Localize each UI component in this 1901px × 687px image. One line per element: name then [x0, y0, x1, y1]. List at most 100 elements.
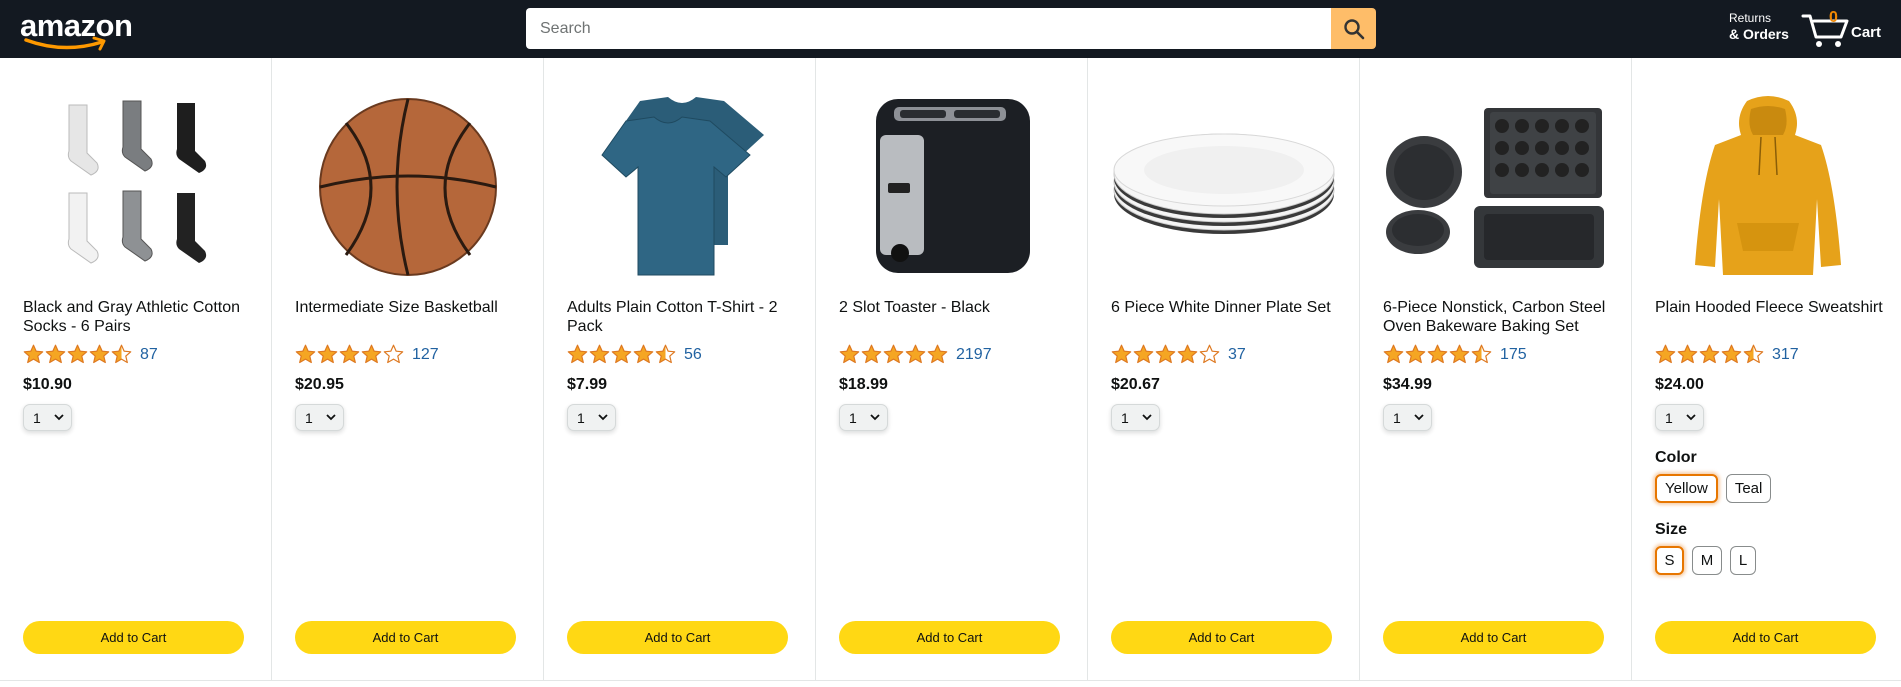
star-full-icon	[861, 344, 882, 364]
review-count[interactable]: 317	[1772, 345, 1799, 365]
quantity-select[interactable]: 1	[1655, 404, 1704, 431]
chevron-down-icon	[1142, 414, 1152, 421]
star-full-icon	[567, 344, 588, 364]
top-header: amazon Returns & Orders 0 Cart	[0, 0, 1901, 58]
product-price: $10.90	[23, 376, 72, 393]
add-to-cart-button[interactable]: Add to Cart	[295, 621, 516, 654]
product-card: 6-Piece Nonstick, Carbon Steel Oven Bake…	[1360, 58, 1632, 681]
star-rating	[1111, 344, 1220, 365]
quantity-value: 1	[33, 409, 41, 426]
product-title[interactable]: Intermediate Size Basketball	[295, 298, 525, 317]
star-full-icon	[1427, 344, 1448, 364]
size-chip-l[interactable]: L	[1730, 546, 1756, 575]
star-full-icon	[883, 344, 904, 364]
product-title[interactable]: 2 Slot Toaster - Black	[839, 298, 1069, 317]
star-rating	[567, 344, 676, 365]
product-image-hoodie[interactable]	[1656, 94, 1880, 280]
product-image-toaster[interactable]	[840, 94, 1064, 280]
review-count[interactable]: 127	[412, 345, 439, 365]
quantity-select[interactable]: 1	[23, 404, 72, 431]
star-full-icon	[589, 344, 610, 364]
search-button[interactable]	[1331, 8, 1376, 49]
product-rating: 2197	[839, 344, 992, 365]
product-image-socks[interactable]	[24, 94, 248, 280]
product-title[interactable]: 6 Piece White Dinner Plate Set	[1111, 298, 1341, 317]
quantity-select[interactable]: 1	[1111, 404, 1160, 431]
socks-image	[67, 100, 207, 264]
hoodie-image	[1695, 96, 1841, 275]
review-count[interactable]: 2197	[956, 345, 992, 365]
quantity-value: 1	[849, 409, 857, 426]
color-option-label: Color	[1655, 449, 1697, 466]
chevron-down-icon	[1414, 414, 1424, 421]
product-title[interactable]: 6-Piece Nonstick, Carbon Steel Oven Bake…	[1383, 298, 1613, 336]
product-image-bakeware[interactable]	[1384, 94, 1608, 280]
product-rating: 175	[1383, 344, 1527, 365]
star-full-icon	[67, 344, 88, 364]
basketball-image	[319, 98, 497, 276]
toaster-image	[876, 99, 1030, 273]
add-to-cart-button[interactable]: Add to Cart	[1383, 621, 1604, 654]
star-half-icon	[111, 344, 132, 364]
product-image-plates[interactable]	[1112, 94, 1336, 280]
add-to-cart-button[interactable]: Add to Cart	[839, 621, 1060, 654]
quantity-select[interactable]: 1	[839, 404, 888, 431]
quantity-value: 1	[1665, 409, 1673, 426]
cart-link[interactable]: 0 Cart	[1801, 6, 1887, 52]
search-icon	[1343, 18, 1364, 39]
star-full-icon	[1677, 344, 1698, 364]
color-chip-yellow[interactable]: Yellow	[1655, 474, 1718, 503]
star-rating	[1383, 344, 1492, 365]
size-chip-m[interactable]: M	[1692, 546, 1722, 575]
star-full-icon	[339, 344, 360, 364]
search-bar	[526, 8, 1376, 49]
product-title[interactable]: Plain Hooded Fleece Sweatshirt	[1655, 298, 1885, 317]
size-options: S M L	[1655, 546, 1756, 575]
product-image-basketball[interactable]	[296, 94, 520, 280]
search-input[interactable]	[526, 8, 1331, 49]
add-to-cart-button[interactable]: Add to Cart	[23, 621, 244, 654]
returns-orders-link[interactable]: Returns & Orders	[1729, 11, 1789, 43]
product-card: Intermediate Size Basketball 127 $20.95 …	[272, 58, 544, 681]
star-rating	[839, 344, 948, 365]
add-to-cart-button[interactable]: Add to Cart	[567, 621, 788, 654]
product-title[interactable]: Adults Plain Cotton T-Shirt - 2 Pack	[567, 298, 797, 336]
quantity-select[interactable]: 1	[295, 404, 344, 431]
product-card: Black and Gray Athletic Cotton Socks - 6…	[0, 58, 272, 681]
star-rating	[23, 344, 132, 365]
add-to-cart-button[interactable]: Add to Cart	[1111, 621, 1332, 654]
review-count[interactable]: 37	[1228, 345, 1246, 365]
chevron-down-icon	[54, 414, 64, 421]
product-image-tshirt[interactable]	[568, 94, 792, 280]
star-full-icon	[45, 344, 66, 364]
star-half-icon	[1743, 344, 1764, 364]
amazon-logo[interactable]: amazon	[20, 8, 133, 51]
quantity-value: 1	[1393, 409, 1401, 426]
star-full-icon	[905, 344, 926, 364]
star-full-icon	[927, 344, 948, 364]
returns-label: Returns	[1729, 11, 1772, 25]
review-count[interactable]: 175	[1500, 345, 1527, 365]
star-rating	[295, 344, 404, 365]
size-option-label: Size	[1655, 521, 1688, 538]
quantity-select[interactable]: 1	[1383, 404, 1432, 431]
product-price: $20.67	[1111, 376, 1160, 393]
size-chip-s[interactable]: S	[1655, 546, 1684, 575]
star-full-icon	[317, 344, 338, 364]
product-price: $20.95	[295, 376, 344, 393]
product-title[interactable]: Black and Gray Athletic Cotton Socks - 6…	[23, 298, 253, 336]
product-rating: 317	[1655, 344, 1799, 365]
quantity-select[interactable]: 1	[567, 404, 616, 431]
color-chip-teal[interactable]: Teal	[1725, 474, 1772, 503]
product-card: Adults Plain Cotton T-Shirt - 2 Pack 56 …	[544, 58, 816, 681]
product-rating: 37	[1111, 344, 1246, 365]
add-to-cart-button[interactable]: Add to Cart	[1655, 621, 1876, 654]
product-card: 6 Piece White Dinner Plate Set 37 $20.67…	[1088, 58, 1360, 681]
star-full-icon	[1699, 344, 1720, 364]
star-empty-icon	[383, 344, 404, 364]
product-price: $7.99	[567, 376, 608, 393]
star-full-icon	[1405, 344, 1426, 364]
review-count[interactable]: 56	[684, 345, 702, 365]
product-price: $18.99	[839, 376, 888, 393]
review-count[interactable]: 87	[140, 345, 158, 365]
